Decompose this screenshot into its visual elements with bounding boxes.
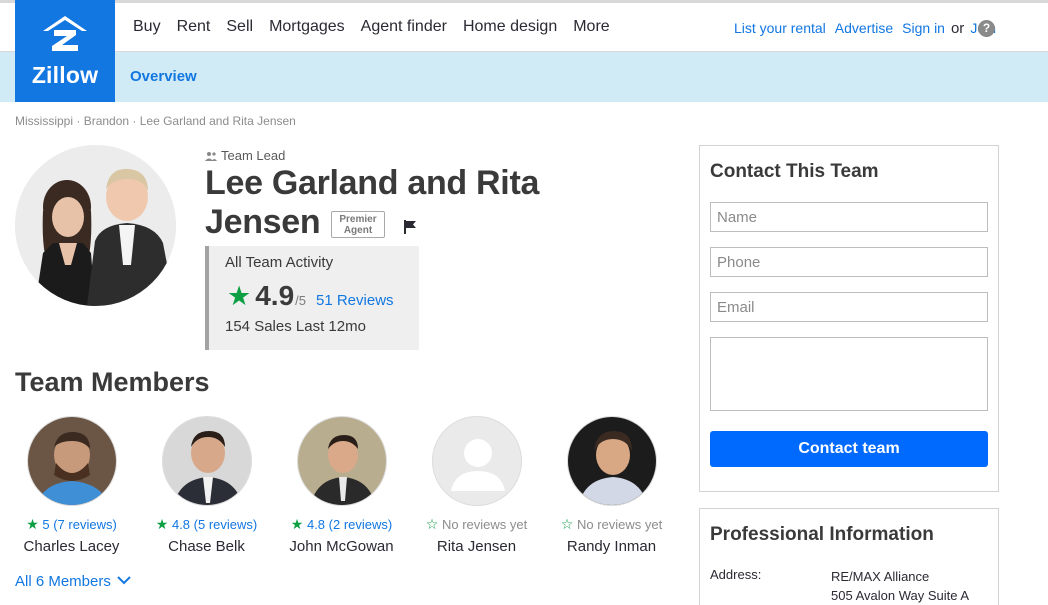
nav-sell[interactable]: Sell: [226, 18, 253, 36]
sales-count: 154 Sales Last 12mo: [225, 318, 366, 335]
address-label: Address:: [710, 567, 762, 582]
chevron-down-icon: [117, 576, 131, 585]
utility-links: List your rental Advertise Sign in or Jo…: [734, 20, 996, 37]
tab-overview[interactable]: Overview: [130, 68, 197, 85]
badge-line2: Agent: [343, 225, 373, 236]
team-activity-box: All Team Activity ★ 4.9 /5 51 Reviews 15…: [205, 246, 419, 350]
team-lead-label: Team Lead: [205, 148, 285, 164]
breadcrumb-team[interactable]: Lee Garland and Rita Jensen: [140, 114, 296, 128]
help-icon[interactable]: ?: [978, 20, 995, 37]
phone-input[interactable]: [710, 247, 988, 277]
team-member-card[interactable]: ★ 4.8 (5 reviews) Chase Belk: [139, 416, 274, 555]
member-rating-text: 4.8 (5 reviews): [171, 517, 258, 532]
professional-info-card: Professional Information Address: RE/MAX…: [699, 508, 999, 605]
zillow-house-icon: [43, 16, 87, 51]
member-name[interactable]: Charles Lacey: [4, 538, 139, 555]
team-member-card[interactable]: ☆ No reviews yet Randy Inman: [544, 416, 679, 555]
main-nav: Buy Rent Sell Mortgages Agent finder Hom…: [133, 18, 610, 36]
star-icon: ★: [290, 516, 304, 532]
empty-star-icon: ☆: [560, 516, 574, 532]
person-placeholder-icon: [432, 417, 521, 505]
address-line1: RE/MAX Alliance: [831, 569, 930, 584]
member-avatar[interactable]: [161, 416, 252, 506]
breadcrumb: Mississippi · Brandon · Lee Garland and …: [15, 114, 296, 128]
team-member-card[interactable]: ★ 5 (7 reviews) Charles Lacey: [4, 416, 139, 555]
member-name[interactable]: Randy Inman: [544, 538, 679, 555]
or-text: or: [950, 20, 965, 37]
advertise-link[interactable]: Advertise: [835, 20, 893, 37]
member-rating[interactable]: ★ 4.8 (5 reviews): [139, 516, 274, 533]
sign-in-link[interactable]: Sign in: [902, 20, 945, 37]
activity-rating: ★ 4.9 /5 51 Reviews: [227, 280, 394, 312]
member-rating-text: No reviews yet: [576, 517, 663, 532]
nav-home-design[interactable]: Home design: [463, 18, 557, 36]
contact-card-title: Contact This Team: [710, 161, 879, 182]
star-icon: ★: [155, 516, 169, 532]
empty-star-icon: ☆: [425, 516, 439, 532]
member-avatar[interactable]: [566, 416, 657, 506]
logo-text: Zillow: [31, 62, 99, 88]
premier-agent-badge: Premier Agent: [331, 211, 385, 238]
badge-line1: Premier: [339, 214, 377, 225]
member-avatar-placeholder[interactable]: [431, 416, 522, 506]
member-rating-text: No reviews yet: [441, 517, 528, 532]
member-name[interactable]: Chase Belk: [139, 538, 274, 555]
reviews-link[interactable]: 51 Reviews: [316, 292, 394, 309]
member-rating[interactable]: ★ 4.8 (2 reviews): [274, 516, 409, 533]
member-rating-text: 5 (7 reviews): [42, 517, 117, 532]
team-member-card[interactable]: ☆ No reviews yet Rita Jensen: [409, 416, 544, 555]
activity-title: All Team Activity: [225, 254, 334, 271]
zillow-logo[interactable]: Zillow: [15, 0, 115, 102]
nav-rent[interactable]: Rent: [177, 18, 211, 36]
name-input[interactable]: [710, 202, 988, 232]
member-rating: ☆ No reviews yet: [409, 516, 544, 533]
all-members-link[interactable]: All 6 Members: [15, 573, 131, 590]
team-icon: [205, 149, 217, 164]
member-name[interactable]: John McGowan: [274, 538, 409, 555]
flag-icon[interactable]: [403, 220, 417, 239]
member-avatar[interactable]: [296, 416, 387, 506]
member-rating[interactable]: ★ 5 (7 reviews): [4, 516, 139, 533]
member-rating-text: 4.8 (2 reviews): [306, 517, 393, 532]
list-rental-link[interactable]: List your rental: [734, 20, 826, 37]
star-icon: ★: [26, 516, 39, 532]
team-photo: [15, 145, 176, 306]
member-rating: ☆ No reviews yet: [544, 516, 679, 533]
star-icon: ★: [227, 281, 252, 311]
professional-info-title: Professional Information: [710, 524, 934, 545]
team-lead-text: Team Lead: [221, 148, 286, 163]
nav-more[interactable]: More: [573, 18, 609, 36]
member-name[interactable]: Rita Jensen: [409, 538, 544, 555]
rating-score: 4.9: [255, 280, 295, 311]
address-line2: 505 Avalon Way Suite A: [831, 588, 970, 603]
sub-nav: Overview: [0, 52, 1048, 102]
all-members-text: All 6 Members: [15, 573, 111, 590]
nav-agent-finder[interactable]: Agent finder: [361, 18, 447, 36]
contact-team-button[interactable]: Contact team: [710, 431, 988, 467]
agent-name: Lee Garland and Rita Jensen: [205, 164, 540, 241]
breadcrumb-state[interactable]: Mississippi: [15, 114, 73, 128]
team-members-heading: Team Members: [15, 367, 210, 397]
nav-mortgages[interactable]: Mortgages: [269, 18, 345, 36]
email-input[interactable]: [710, 292, 988, 322]
page: Buy Rent Sell Mortgages Agent finder Hom…: [0, 0, 1048, 605]
top-header: Buy Rent Sell Mortgages Agent finder Hom…: [0, 0, 1048, 52]
message-textarea[interactable]: [710, 337, 988, 411]
contact-team-card: Contact This Team Contact team: [699, 145, 999, 492]
team-member-card[interactable]: ★ 4.8 (2 reviews) John McGowan: [274, 416, 409, 555]
address-value: RE/MAX Alliance 505 Avalon Way Suite A: [831, 567, 969, 605]
rating-out-of: /5: [295, 293, 306, 308]
nav-buy[interactable]: Buy: [133, 18, 161, 36]
member-avatar[interactable]: [26, 416, 117, 506]
breadcrumb-city[interactable]: Brandon: [84, 114, 129, 128]
